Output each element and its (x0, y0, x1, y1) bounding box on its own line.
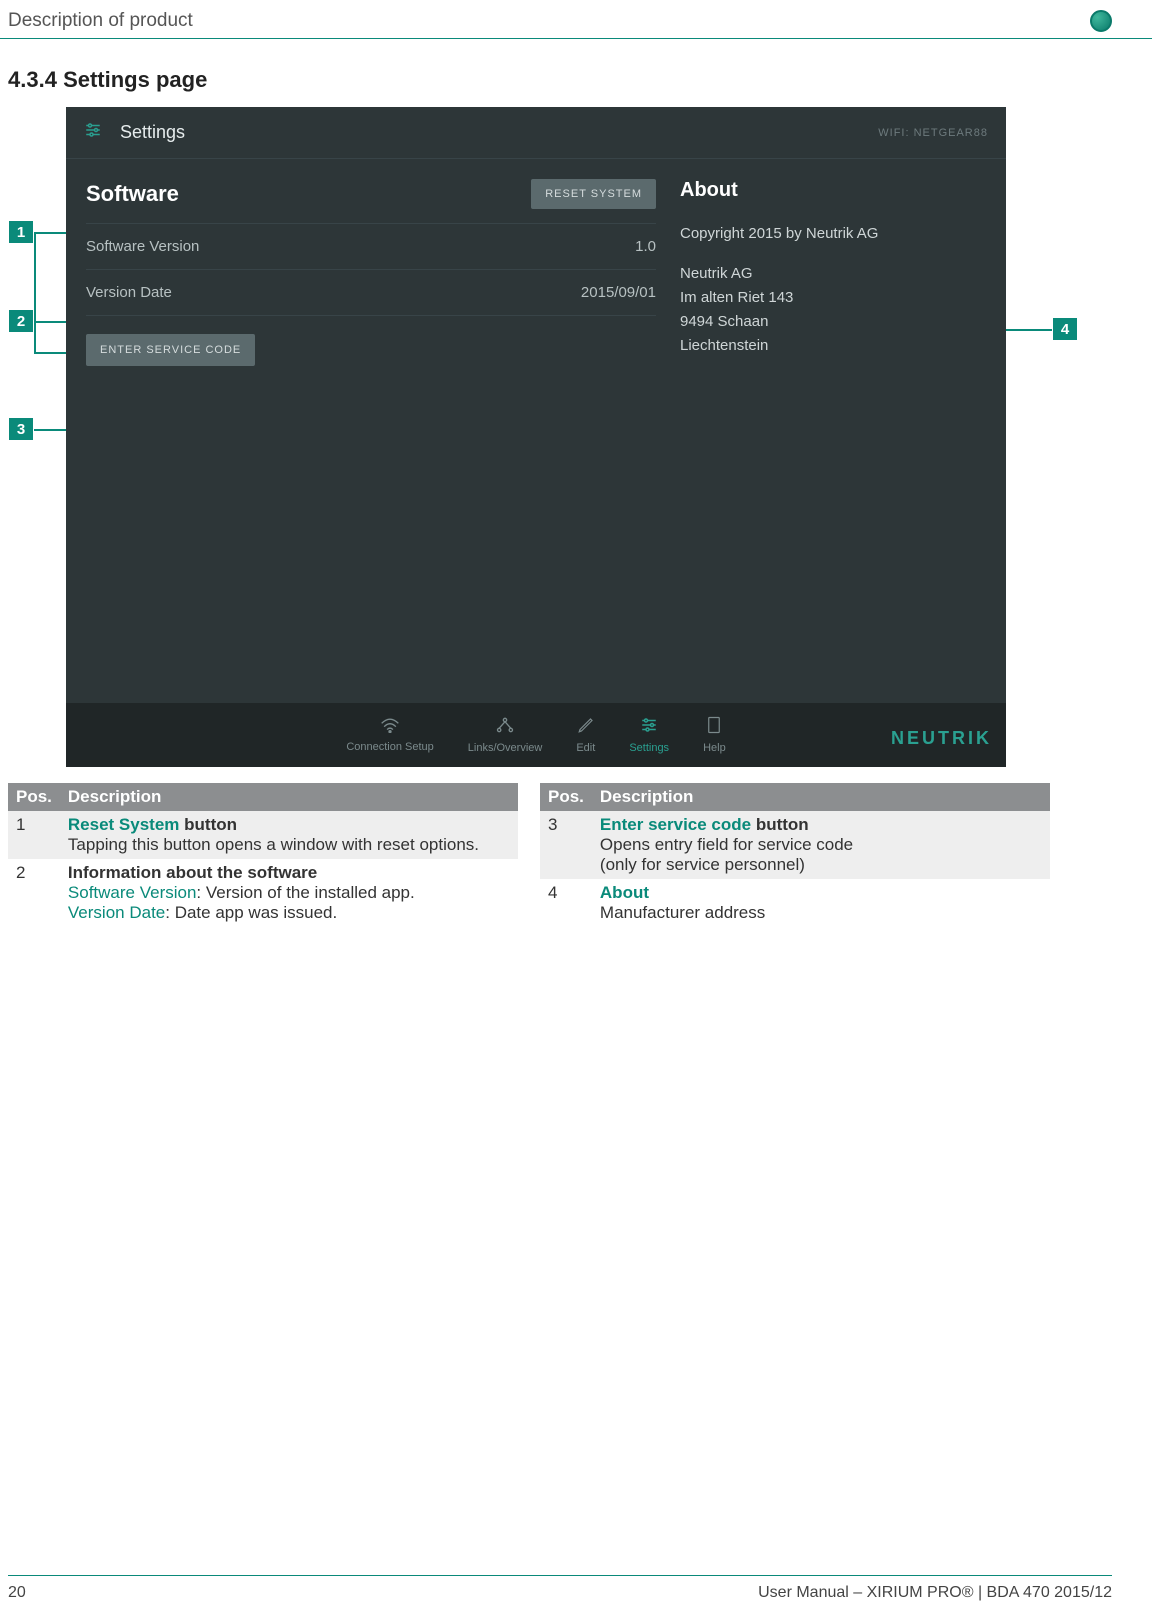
table-row: 3 Enter service code button Opens entry … (540, 811, 1050, 879)
callout-1: 1 (8, 220, 34, 244)
brand-logo-icon (1090, 10, 1112, 32)
about-title: About (680, 179, 986, 202)
row-label: Version Date (86, 284, 172, 301)
app-topbar: Settings WIFI: NETGEAR88 (66, 107, 1006, 159)
callout-2: 2 (8, 309, 34, 333)
software-title: Software (86, 181, 179, 207)
app-title: Settings (120, 122, 185, 143)
page-footer: 20 User Manual – XIRIUM PRO® | BDA 470 2… (8, 1575, 1112, 1602)
enter-service-code-button[interactable]: ENTER SERVICE CODE (86, 334, 255, 366)
doc-id: User Manual – XIRIUM PRO® | BDA 470 2015… (758, 1584, 1112, 1602)
app-navbar: Connection Setup Links/Overview Edit Set… (66, 703, 1006, 767)
th-desc: Description (592, 783, 1050, 811)
wifi-icon (380, 717, 400, 738)
brand-text: NEUTRIK (891, 728, 992, 749)
nav-help[interactable]: Help (703, 716, 726, 754)
description-table-left: Pos. Description 1 Reset System button T… (8, 783, 518, 927)
page-header: Description of product (0, 0, 1152, 39)
about-panel: About Copyright 2015 by Neutrik AG Neutr… (656, 159, 1006, 366)
callout-3: 3 (8, 417, 34, 441)
th-pos: Pos. (540, 783, 592, 811)
row-value: 2015/09/01 (581, 284, 656, 301)
nav-connection-setup[interactable]: Connection Setup (346, 717, 433, 753)
software-row: Version Date 2015/09/01 (86, 270, 656, 316)
row-label: Software Version (86, 238, 199, 255)
screenshot-wrapper: 1 2 3 4 Settings WIFI: NETGEAR88 Softwar… (8, 107, 1152, 767)
network-icon (495, 716, 515, 739)
callout-line (34, 232, 36, 352)
nav-edit[interactable]: Edit (576, 716, 595, 754)
callout-line (1004, 329, 1052, 331)
software-row: Software Version 1.0 (86, 224, 656, 270)
app-screenshot: Settings WIFI: NETGEAR88 Software RESET … (66, 107, 1006, 767)
software-header: Software RESET SYSTEM (86, 179, 656, 224)
row-value: 1.0 (635, 238, 656, 255)
document-icon (706, 716, 722, 739)
sliders-icon (84, 121, 102, 144)
th-desc: Description (60, 783, 518, 811)
about-text: Copyright 2015 by Neutrik AG Neutrik AG … (680, 222, 986, 358)
description-table-right: Pos. Description 3 Enter service code bu… (540, 783, 1050, 927)
description-tables: Pos. Description 1 Reset System button T… (8, 783, 1144, 927)
nav-links-overview[interactable]: Links/Overview (468, 716, 543, 754)
sliders-icon (640, 716, 658, 739)
page-number: 20 (8, 1584, 26, 1602)
wifi-status: WIFI: NETGEAR88 (878, 127, 988, 139)
th-pos: Pos. (8, 783, 60, 811)
table-row: 2 Information about the software Softwar… (8, 859, 518, 927)
pencil-icon (577, 716, 595, 739)
table-row: 4 About Manufacturer address (540, 879, 1050, 927)
app-body: Software RESET SYSTEM Software Version 1… (66, 159, 1006, 366)
callout-4: 4 (1052, 317, 1078, 341)
breadcrumb: Description of product (8, 10, 193, 32)
table-row: 1 Reset System button Tapping this butto… (8, 811, 518, 859)
section-heading: 4.3.4 Settings page (8, 67, 1152, 93)
nav-settings[interactable]: Settings (629, 716, 669, 754)
software-panel: Software RESET SYSTEM Software Version 1… (66, 159, 656, 366)
reset-system-button[interactable]: RESET SYSTEM (531, 179, 656, 209)
